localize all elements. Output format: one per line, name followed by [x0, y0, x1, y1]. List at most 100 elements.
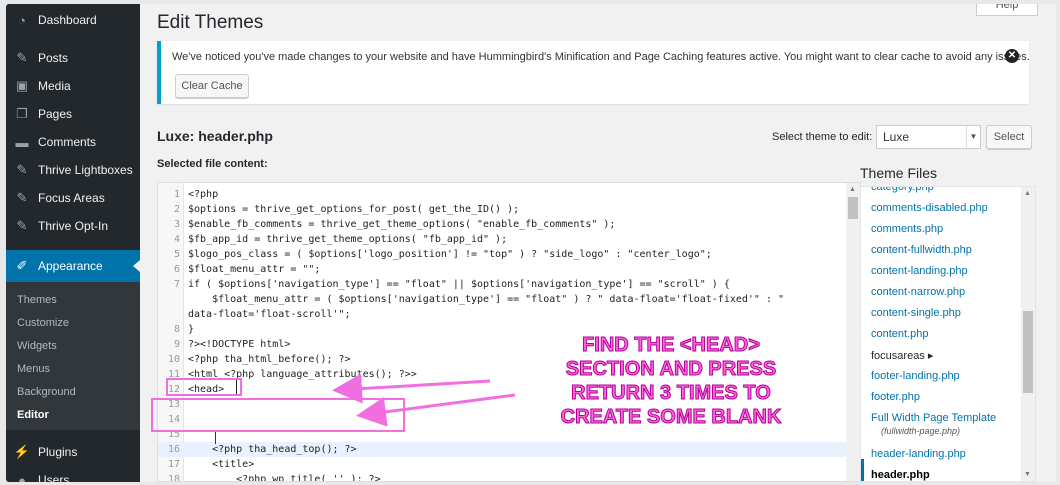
scroll-up-icon[interactable]: ▲	[849, 186, 856, 193]
files-scrollbar[interactable]: ▲ ▼	[1021, 187, 1035, 481]
ibeam-cursor-icon	[236, 380, 242, 394]
comment-icon: ▬	[15, 134, 29, 150]
code-line[interactable]: 14	[158, 412, 858, 427]
line-number: 11	[167, 369, 180, 380]
theme-select-value: Luxe	[883, 130, 910, 144]
code-line[interactable]: 5 $logo_pos_class = ( $options['logo_posi…	[158, 247, 858, 262]
page-title: Edit Themes	[157, 12, 264, 33]
code-line[interactable]: 8}	[158, 322, 858, 337]
sidebar-item-focus-areas[interactable]: ✎ Focus Areas	[6, 184, 140, 212]
file-item[interactable]: content.php	[871, 328, 929, 340]
file-item[interactable]: category.php	[871, 187, 934, 193]
code-text: <?php tha_head_top(); ?>	[188, 444, 357, 455]
submenu-item-background[interactable]: Background	[6, 380, 140, 403]
wordpress-admin-window: ◔ Dashboard ✎ Posts ▣ Media ❐ Pages ▬ Co…	[6, 4, 1056, 482]
file-item-label: content-narrow.php	[871, 286, 966, 298]
sidebar-item-label: Posts	[38, 51, 69, 65]
select-button[interactable]: Select	[986, 125, 1032, 149]
file-item-label: header-landing.php	[871, 448, 966, 460]
folder-item[interactable]: focusareas ▸	[871, 349, 933, 362]
main-content: Help Edit Themes We've noticed you've ma…	[140, 4, 1056, 482]
scrollbar-thumb[interactable]	[848, 197, 858, 219]
code-line[interactable]: 2 $options = thrive_get_options_for_post(…	[158, 202, 858, 217]
scrollbar-thumb[interactable]	[1023, 311, 1033, 393]
file-item[interactable]: comments.php	[871, 223, 943, 235]
brush-icon: ✐	[16, 258, 28, 273]
line-number: 4	[173, 234, 180, 245]
code-line[interactable]: 3 $enable_fb_comments = thrive_get_theme_…	[158, 217, 858, 232]
line-number: 9	[173, 339, 180, 350]
submenu-item-menus[interactable]: Menus	[6, 357, 140, 380]
code-text: ?><!DOCTYPE html>	[188, 339, 291, 350]
admin-sidebar: ◔ Dashboard ✎ Posts ▣ Media ❐ Pages ▬ Co…	[6, 4, 140, 482]
pin-icon: ✎	[16, 162, 28, 177]
submenu-item-widgets[interactable]: Widgets	[6, 334, 140, 357]
sidebar-item-comments[interactable]: ▬ Comments	[6, 128, 140, 156]
editor-scrollbar[interactable]: ▲	[846, 183, 860, 481]
pin-icon: ✎	[16, 218, 28, 233]
file-item[interactable]: content-landing.php	[871, 265, 968, 277]
submenu-item-customize[interactable]: Customize	[6, 311, 140, 334]
sidebar-item-dashboard[interactable]: ◔ Dashboard	[6, 6, 140, 34]
submenu-item-themes[interactable]: Themes	[6, 288, 140, 311]
code-line[interactable]: 12 <head>	[158, 382, 858, 397]
code-line[interactable]: 4 $fb_app_id = thrive_get_theme_options( …	[158, 232, 858, 247]
file-item[interactable]: Full Width Page Template	[871, 412, 996, 424]
sidebar-item-pages[interactable]: ❐ Pages	[6, 100, 140, 128]
code-line[interactable]: 18 <?php wp_title( '' ); ?>	[158, 472, 858, 482]
sidebar-item-users[interactable]: ● Users	[6, 466, 140, 483]
clear-cache-button[interactable]: Clear Cache	[175, 74, 249, 98]
sidebar-item-plugins[interactable]: ⚡ Plugins	[6, 438, 140, 466]
code-text: <?php tha_html_before(); ?>	[188, 354, 351, 365]
submenu-item-editor[interactable]: Editor	[6, 403, 140, 426]
sidebar-item-posts[interactable]: ✎ Posts	[6, 44, 140, 72]
current-file-indicator	[861, 459, 864, 481]
file-item-label: comments-disabled.php	[871, 202, 988, 214]
code-line[interactable]: 6 $float_menu_attr = "";	[158, 262, 858, 277]
file-item[interactable]: comments-disabled.php	[871, 202, 988, 214]
file-item[interactable]: header-landing.php	[871, 448, 966, 460]
code-line[interactable]: 13	[158, 397, 858, 412]
sidebar-item-thrive-lightboxes[interactable]: ✎ Thrive Lightboxes	[6, 156, 140, 184]
line-number: 3	[173, 219, 180, 230]
line-number: 18	[167, 474, 180, 482]
file-item[interactable]: content-fullwidth.php	[871, 244, 972, 256]
file-item[interactable]: content-single.php	[871, 307, 961, 319]
file-item-label: Full Width Page Template	[871, 412, 997, 424]
file-item[interactable]: header.php	[871, 469, 930, 481]
code-line[interactable]: 1 <?php	[158, 187, 858, 202]
sidebar-item-label: Pages	[38, 107, 73, 121]
theme-select[interactable]: Luxe ▼	[876, 125, 981, 149]
sidebar-item-label: Users	[38, 473, 70, 482]
code-text: <title>	[188, 459, 255, 470]
file-item[interactable]: content-narrow.php	[871, 286, 965, 298]
code-line[interactable]: data-float='float-scroll'";	[158, 307, 858, 322]
sidebar-item-media[interactable]: ▣ Media	[6, 72, 140, 100]
code-line[interactable]: 10 <?php tha_html_before(); ?>	[158, 352, 858, 367]
code-line[interactable]: 11 <html <?php language_attributes(); ?>>	[158, 367, 858, 382]
code-line[interactable]: 15	[158, 427, 858, 442]
sidebar-item-thrive-opt-in[interactable]: ✎ Thrive Opt-In	[6, 212, 140, 240]
code-line[interactable]: 9 ?><!DOCTYPE html>	[158, 337, 858, 352]
file-item-label: content-single.php	[871, 307, 961, 319]
file-item-label: footer-landing.php	[871, 370, 960, 382]
close-icon[interactable]: ✕	[1005, 49, 1019, 63]
scroll-down-icon[interactable]: ▼	[1024, 471, 1031, 478]
code-text: $enable_fb_comments = thrive_get_theme_o…	[188, 219, 616, 230]
text-cursor	[215, 430, 216, 444]
help-tab[interactable]: Help	[976, 4, 1038, 16]
file-item-label: focusareas	[871, 350, 925, 362]
code-line[interactable]: 7 if ( $options['navigation_type'] == "fl…	[158, 277, 858, 292]
pages-icon: ❐	[16, 106, 28, 121]
sidebar-item-appearance[interactable]: ✐ Appearance	[6, 250, 140, 282]
code-line[interactable]: 16 <?php tha_head_top(); ?>	[158, 442, 858, 457]
file-item[interactable]: footer-landing.php	[871, 370, 960, 382]
code-editor[interactable]: 1 <?php 2 $options = thrive_get_options_for…	[157, 182, 861, 482]
code-line[interactable]: $float_menu_attr = ( $options['navigatio…	[158, 292, 858, 307]
users-icon: ●	[18, 472, 26, 483]
code-text: $float_menu_attr = "";	[188, 264, 321, 275]
line-number: 1	[173, 189, 180, 200]
scroll-up-icon[interactable]: ▲	[1024, 190, 1031, 197]
file-item[interactable]: footer.php	[871, 391, 920, 403]
code-line[interactable]: 17 <title>	[158, 457, 858, 472]
